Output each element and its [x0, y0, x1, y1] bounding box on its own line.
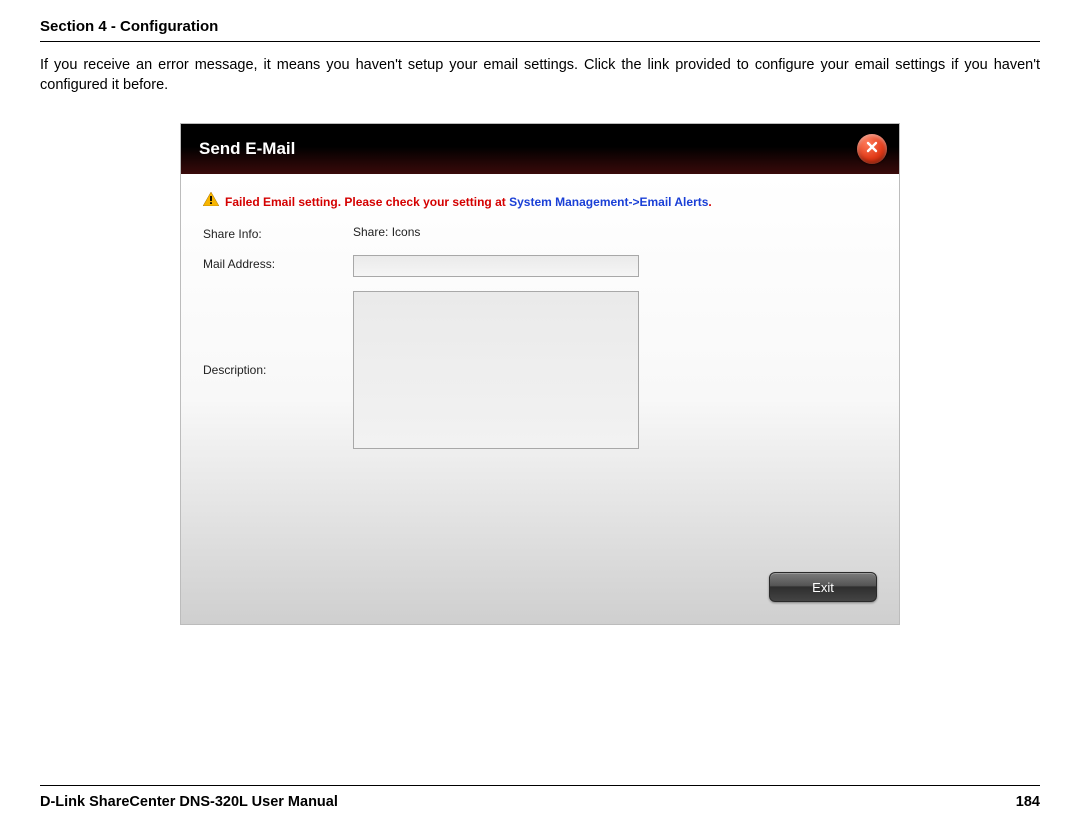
- share-info-value: Share: Icons: [353, 225, 420, 239]
- footer-page-number: 184: [1016, 794, 1040, 810]
- button-bar: Exit: [769, 572, 877, 602]
- dialog-titlebar: Send E-Mail: [181, 124, 899, 174]
- description-input[interactable]: [353, 291, 639, 449]
- warning-icon: [203, 192, 219, 211]
- mail-address-row: Mail Address:: [203, 255, 877, 277]
- description-label: Description:: [203, 363, 353, 377]
- exit-button[interactable]: Exit: [769, 572, 877, 602]
- alert-message: Failed Email setting. Please check your …: [203, 192, 877, 211]
- mail-address-input[interactable]: [353, 255, 639, 277]
- alert-prefix: Failed Email setting. Please check your …: [225, 195, 509, 209]
- description-row: Description:: [203, 291, 877, 449]
- close-button[interactable]: [857, 134, 887, 164]
- share-info-label: Share Info:: [203, 225, 353, 241]
- section-header: Section 4 - Configuration: [40, 18, 1040, 42]
- send-email-dialog: Send E-Mail Failed Email setting. Please…: [180, 123, 900, 625]
- alert-suffix: .: [708, 195, 711, 209]
- alert-link[interactable]: System Management->Email Alerts: [509, 195, 708, 209]
- share-info-row: Share Info: Share: Icons: [203, 225, 877, 241]
- footer-manual-title: D-Link ShareCenter DNS-320L User Manual: [40, 794, 338, 810]
- page-footer: D-Link ShareCenter DNS-320L User Manual …: [40, 785, 1040, 810]
- close-icon: [865, 140, 879, 159]
- dialog-body: Failed Email setting. Please check your …: [181, 174, 899, 624]
- intro-paragraph: If you receive an error message, it mean…: [40, 56, 1040, 95]
- mail-address-label: Mail Address:: [203, 255, 353, 271]
- dialog-title: Send E-Mail: [199, 139, 295, 159]
